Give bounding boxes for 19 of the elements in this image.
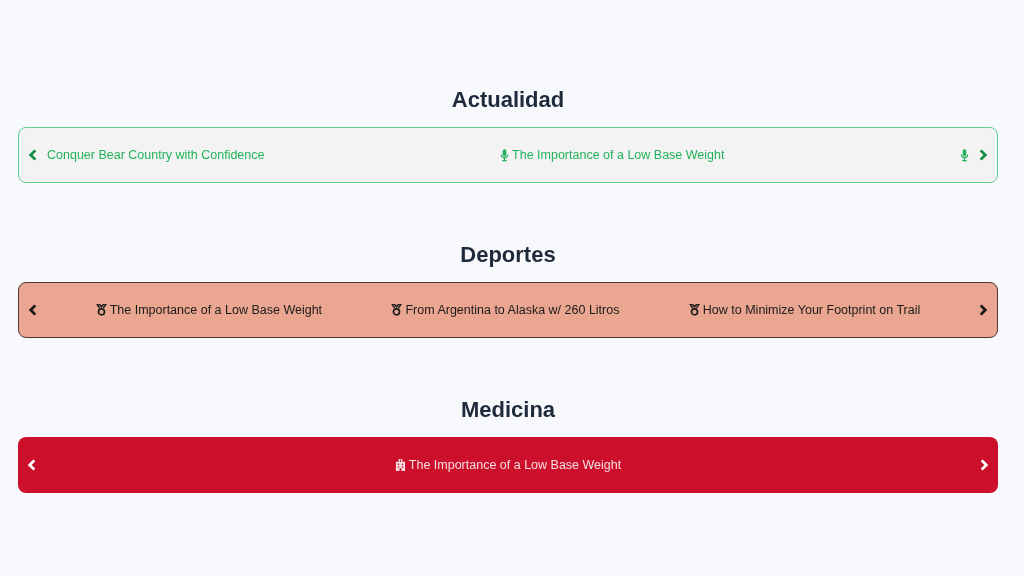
next-button[interactable] xyxy=(978,458,990,472)
medal-icon xyxy=(95,304,107,316)
hospital-icon xyxy=(394,459,406,471)
headline-link[interactable]: How to Minimize Your Footprint on Trail xyxy=(702,303,921,317)
headline-link[interactable]: The Importance of a Low Base Weight xyxy=(408,458,622,472)
next-button[interactable] xyxy=(977,303,989,317)
mic-icon xyxy=(960,148,969,162)
medal-icon xyxy=(688,304,700,316)
previous-button[interactable] xyxy=(27,303,39,317)
mic-icon xyxy=(500,148,510,162)
next-button[interactable] xyxy=(977,148,989,162)
headline-link[interactable]: From Argentina to Alaska w/ 260 Litros xyxy=(405,303,620,317)
section-title: Deportes xyxy=(460,241,556,269)
previous-button[interactable] xyxy=(27,148,39,162)
headline-link[interactable]: The Importance of a Low Base Weight xyxy=(109,303,323,317)
medal-icon xyxy=(391,304,403,316)
section-title: Actualidad xyxy=(451,86,565,114)
section-title: Medicina xyxy=(460,396,556,424)
previous-button[interactable] xyxy=(26,458,38,472)
